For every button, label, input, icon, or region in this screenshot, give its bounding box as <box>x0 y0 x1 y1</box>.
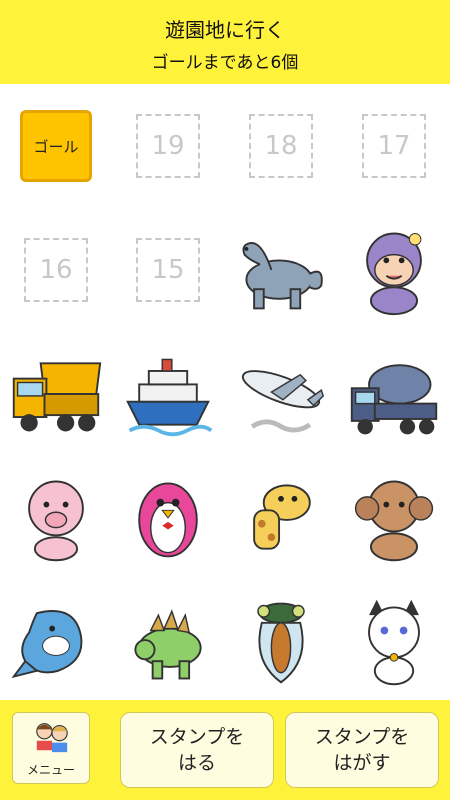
empty-stamp-slot[interactable]: 15 <box>136 238 200 302</box>
empty-stamp-slot[interactable]: 19 <box>136 114 200 178</box>
empty-stamp-slot[interactable]: 18 <box>249 114 313 178</box>
stamp-cell[interactable] <box>112 580 224 704</box>
stamp-cell[interactable] <box>225 456 337 580</box>
apply-stamp-label-line2: はる <box>177 752 216 774</box>
stamp-cell[interactable] <box>338 332 450 456</box>
slot-cell[interactable]: 18 <box>225 84 337 208</box>
apply-stamp-button[interactable]: スタンプを はる <box>120 712 274 788</box>
cement-mixer-stamp-icon[interactable] <box>346 346 442 442</box>
poodle-stamp-icon[interactable] <box>346 470 442 566</box>
slot-cell[interactable]: 15 <box>112 208 224 332</box>
slot-cell[interactable]: 16 <box>0 208 112 332</box>
dolphin-stamp-icon[interactable] <box>8 594 104 690</box>
apply-stamp-label-line1: スタンプを <box>149 726 245 748</box>
stamp-cell[interactable] <box>225 332 337 456</box>
stamp-cell[interactable] <box>112 456 224 580</box>
remaining-count: ゴールまであと6個 <box>151 53 299 73</box>
stegosaurus-stamp-icon[interactable] <box>120 594 216 690</box>
dinosaur-stamp-icon[interactable] <box>233 222 329 318</box>
cat-stamp-icon[interactable] <box>346 594 442 690</box>
remove-stamp-label-line2: はがす <box>333 752 391 774</box>
stamp-cell[interactable] <box>0 580 112 704</box>
kids-icon <box>36 723 68 753</box>
goal-badge: ゴール <box>20 110 92 182</box>
stamp-cell[interactable] <box>0 456 112 580</box>
giraffe-stamp-icon[interactable] <box>233 470 329 566</box>
monkey-stamp-icon[interactable] <box>346 222 442 318</box>
footer-toolbar: メニュー スタンプを はる スタンプを はがす <box>0 700 450 800</box>
cruise-ship-stamp-icon[interactable] <box>120 346 216 442</box>
cicada-stamp-icon[interactable] <box>233 594 329 690</box>
empty-stamp-slot[interactable]: 16 <box>24 238 88 302</box>
header: 遊園地に行く ゴールまであと6個 <box>0 0 450 84</box>
menu-label: メニュー <box>26 763 75 777</box>
slot-cell[interactable]: 17 <box>338 84 450 208</box>
stamp-grid: ゴール 19 18 17 16 15 <box>0 84 450 700</box>
remove-stamp-label-line1: スタンプを <box>314 726 410 748</box>
empty-stamp-slot[interactable]: 17 <box>362 114 426 178</box>
page-title: 遊園地に行く <box>165 18 285 42</box>
stamp-cell[interactable] <box>225 580 337 704</box>
dump-truck-stamp-icon[interactable] <box>8 346 104 442</box>
goal-cell: ゴール <box>0 84 112 208</box>
stamp-cell[interactable] <box>112 332 224 456</box>
stamp-cell[interactable] <box>338 580 450 704</box>
stamp-cell[interactable] <box>338 208 450 332</box>
stamp-cell[interactable] <box>225 208 337 332</box>
stamp-cell[interactable] <box>338 456 450 580</box>
airplane-stamp-icon[interactable] <box>233 346 329 442</box>
penguin-stamp-icon[interactable] <box>120 470 216 566</box>
pig-stamp-icon[interactable] <box>8 470 104 566</box>
slot-cell[interactable]: 19 <box>112 84 224 208</box>
stamp-cell[interactable] <box>0 332 112 456</box>
menu-button[interactable]: メニュー <box>12 712 90 784</box>
remove-stamp-button[interactable]: スタンプを はがす <box>285 712 439 788</box>
